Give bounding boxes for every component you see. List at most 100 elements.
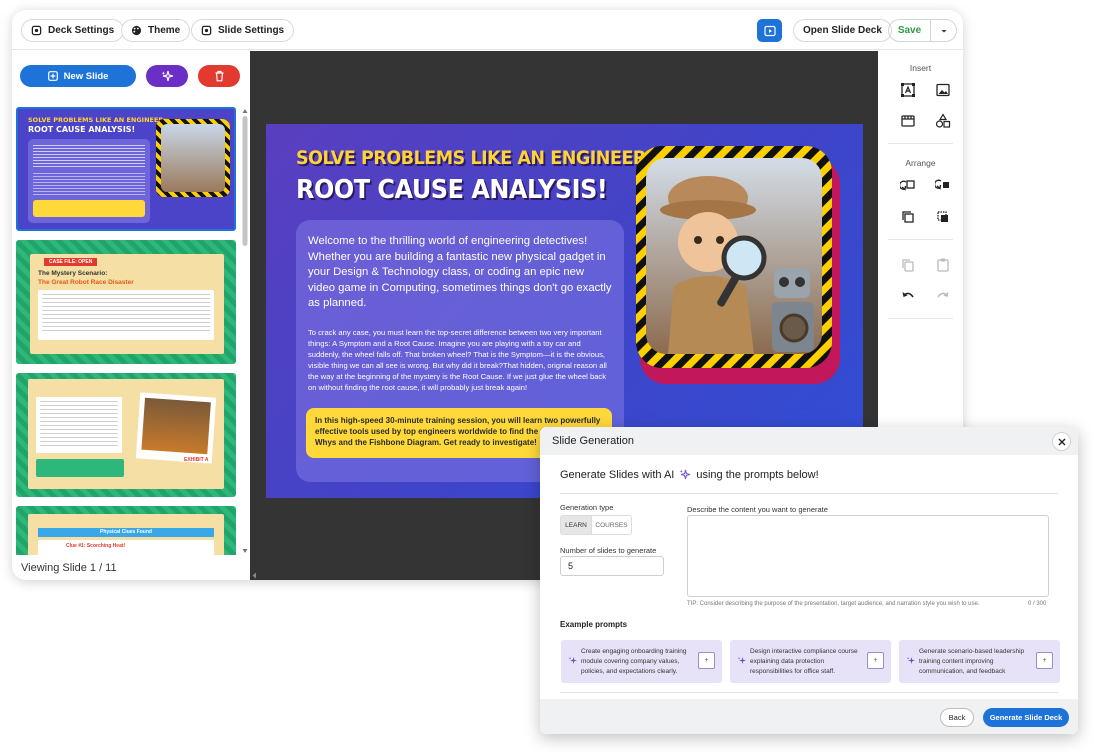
paste-button[interactable] (934, 256, 952, 274)
send-backward-button[interactable] (934, 176, 952, 194)
example-prompt-card[interactable]: Generate scenario-based leadership train… (899, 640, 1060, 683)
num-slides-label: Number of slides to generate (560, 546, 657, 555)
undo-icon (902, 292, 914, 298)
palette-icon (131, 25, 142, 36)
present-button[interactable] (757, 19, 782, 42)
bring-forward-icon (900, 180, 915, 191)
save-dropdown-button[interactable] (930, 20, 956, 41)
generate-slide-deck-button[interactable]: Generate Slide Deck (983, 708, 1069, 727)
thumb-exhibit-caption: EXHIBIT A (184, 457, 209, 463)
delete-slide-button[interactable] (198, 65, 240, 87)
thumb-header: Physical Clues Found (38, 528, 214, 537)
type-learn-option[interactable]: LEARN (561, 516, 592, 534)
slide-thumbnail-4[interactable]: Physical Clues Found Clue #1: Scorching … (16, 506, 236, 555)
bring-to-front-icon (902, 211, 914, 223)
generate-heading: Generate Slides with AI using the prompt… (560, 469, 819, 481)
type-courses-option[interactable]: COURSES (592, 516, 631, 534)
dialog-close-button[interactable] (1052, 432, 1071, 451)
new-slide-button[interactable]: New Slide (20, 65, 136, 87)
insert-image-button[interactable] (934, 81, 952, 99)
dialog-header: Slide Generation (540, 427, 1078, 455)
slide-title-line2: ROOT CAUSE ANALYSIS! (296, 175, 608, 205)
generate-heading-suffix: using the prompts below! (696, 469, 819, 481)
open-slide-deck-label: Open Slide Deck (803, 25, 882, 36)
back-button[interactable]: Back (940, 708, 974, 727)
slide-settings-button[interactable]: Slide Settings (191, 19, 295, 42)
send-backward-icon (935, 179, 949, 190)
slide-thumbnail-3[interactable]: EXHIBIT A (16, 373, 236, 497)
sparkle-icon (568, 657, 577, 664)
video-icon (901, 115, 915, 127)
thumb-title-line1: The Mystery Scenario: (38, 270, 108, 277)
viewing-slide-indicator: Viewing Slide 1 / 11 (21, 562, 117, 574)
thumb-title-line1: SOLVE PROBLEMS LIKE AN ENGINEER: (28, 116, 167, 124)
tip-text: TIP: Consider describing the purpose of … (687, 601, 980, 607)
detective-illustration (636, 146, 840, 384)
thumb-title-line2: The Great Robot Race Disaster (38, 279, 134, 286)
sparkle-icon (906, 657, 915, 664)
insert-heading: Insert (909, 63, 932, 73)
num-slides-input[interactable]: 5 (560, 556, 664, 576)
slide-intro-text: Welcome to the thrilling world of engine… (308, 235, 612, 309)
slide-thumbnail-2[interactable]: CASE FILE: OPEN The Mystery Scenario: Th… (16, 240, 236, 364)
slide-thumbnail-1[interactable]: SOLVE PROBLEMS LIKE AN ENGINEER: ROOT CA… (16, 107, 236, 231)
slide-thumbnail-list: SOLVE PROBLEMS LIKE AN ENGINEER: ROOT CA… (14, 107, 236, 555)
thumb-case-file-tag: CASE FILE: OPEN (44, 258, 98, 266)
generation-type-label: Generation type (560, 503, 614, 512)
example-prompts-heading: Example prompts (560, 620, 628, 629)
thumb-clue-item: Clue #1: Scorching Heat! (66, 543, 126, 549)
thumb-text-card (28, 139, 150, 223)
generate-heading-prefix: Generate Slides with AI (560, 469, 675, 481)
example-prompt-text: Create engaging onboarding training modu… (581, 648, 687, 675)
text-box-icon (901, 83, 915, 97)
insert-text-button[interactable] (899, 81, 917, 99)
slide-title-line1: SOLVE PROBLEMS LIKE AN ENGINEER: (296, 147, 653, 169)
insert-video-button[interactable] (899, 112, 917, 130)
theme-button[interactable]: Theme (121, 19, 191, 42)
clipboard-icon (937, 258, 949, 272)
example-prompt-text: Generate scenario-based leadership train… (919, 648, 1025, 675)
editor-toolbar: Deck Settings Theme Slide Settings Open … (12, 10, 963, 50)
canvas-scroll-left-icon[interactable] (250, 571, 260, 580)
undo-button[interactable] (899, 287, 917, 305)
generation-type-toggle: LEARN COURSES (560, 515, 632, 535)
thumb-title-line2: ROOT CAUSE ANALYSIS! (28, 125, 136, 134)
dialog-title: Slide Generation (552, 435, 634, 447)
slide-settings-label: Slide Settings (218, 25, 285, 36)
use-prompt-button[interactable]: + (698, 652, 715, 669)
describe-label: Describe the content you want to generat… (687, 505, 828, 514)
play-icon (763, 25, 776, 36)
trash-icon (215, 70, 223, 82)
new-slide-label: New Slide (63, 70, 109, 82)
thumb-illustration (156, 119, 230, 197)
ai-generate-button[interactable] (146, 65, 188, 87)
copy-button[interactable] (899, 256, 917, 274)
save-button-group: Save (888, 19, 957, 42)
bring-to-front-button[interactable] (899, 208, 917, 226)
thumbnail-scrollbar[interactable] (241, 107, 249, 555)
save-button[interactable]: Save (889, 20, 930, 41)
example-prompt-text: Design interactive compliance course exp… (750, 648, 858, 675)
redo-icon (937, 292, 949, 298)
sparkle-icon (680, 469, 691, 480)
redo-button[interactable] (934, 287, 952, 305)
arrange-heading: Arrange (905, 158, 936, 168)
slide-body-text: To crack any case, you must learn the to… (308, 328, 607, 392)
content-description-textarea[interactable] (687, 515, 1049, 597)
close-icon (1058, 438, 1065, 445)
send-to-back-icon (937, 211, 948, 222)
send-to-back-button[interactable] (934, 208, 952, 226)
example-prompt-card[interactable]: Design interactive compliance course exp… (730, 640, 891, 683)
sparkle-icon (161, 70, 173, 81)
use-prompt-button[interactable]: + (867, 652, 884, 669)
example-prompt-card[interactable]: Create engaging onboarding training modu… (561, 640, 722, 683)
deck-settings-button[interactable]: Deck Settings (21, 19, 125, 42)
sparkle-icon (737, 657, 746, 664)
deck-settings-label: Deck Settings (48, 25, 115, 36)
bring-forward-button[interactable] (899, 176, 917, 194)
use-prompt-button[interactable]: + (1036, 652, 1053, 669)
open-slide-deck-button[interactable]: Open Slide Deck (793, 19, 892, 42)
insert-shapes-button[interactable] (934, 112, 952, 130)
slides-panel: New Slide SOLVE PROBLEMS LIKE AN ENGINEE… (12, 51, 250, 580)
slide-generation-dialog: Slide Generation Generate Slides with AI… (540, 427, 1078, 734)
